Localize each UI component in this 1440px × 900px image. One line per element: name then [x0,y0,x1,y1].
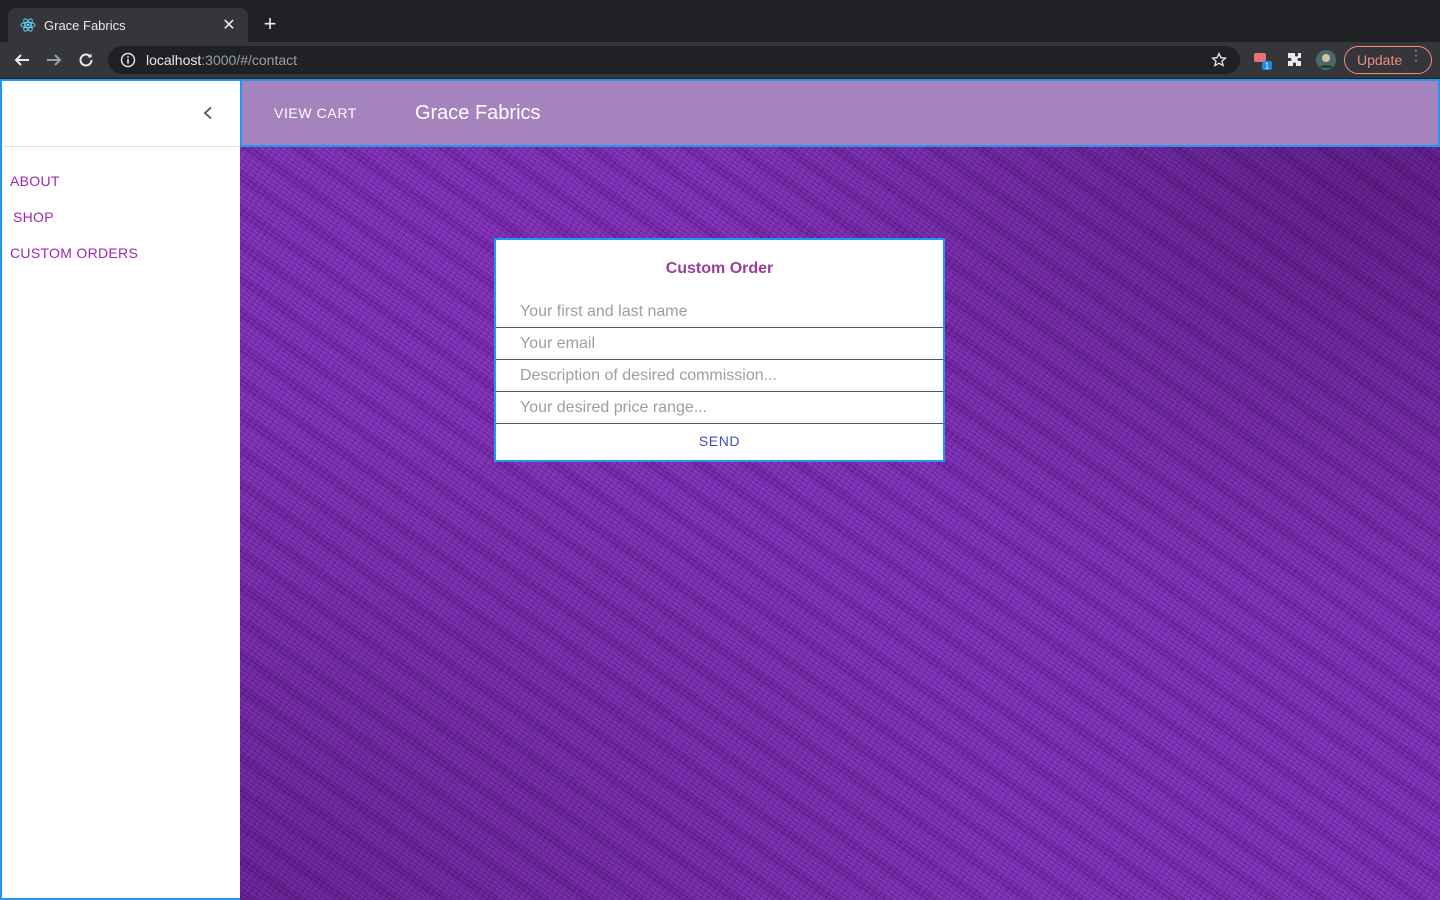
extension-badge: 1 [1265,62,1270,71]
tab-close-icon[interactable]: ✕ [220,16,238,34]
update-label: Update [1357,52,1403,68]
profile-avatar-icon[interactable] [1314,48,1338,72]
chevron-left-icon[interactable] [198,103,218,123]
react-favicon-icon [20,17,36,33]
description-input[interactable] [496,360,943,392]
update-button[interactable]: Update ⋮ [1344,46,1432,74]
nav-link-about[interactable]: ABOUT [2,163,240,199]
side-drawer: ABOUT SHOP CUSTOM ORDERS [0,79,241,900]
nav-link-custom-orders[interactable]: CUSTOM ORDERS [2,235,240,271]
address-bar[interactable]: localhost:3000/#/contact [108,46,1240,74]
page-viewport: ABOUT SHOP CUSTOM ORDERS VIEW CART Grace… [0,79,1440,900]
new-tab-icon[interactable]: + [258,11,282,36]
view-cart-button[interactable]: VIEW CART [274,105,357,121]
browser-tab[interactable]: Grace Fabrics ✕ [8,8,248,42]
browser-tabstrip: Grace Fabrics ✕ + [0,0,1440,42]
custom-order-form: Custom Order SEND [494,238,945,462]
bookmark-star-icon[interactable] [1210,51,1228,69]
price-range-input[interactable] [496,392,943,424]
tab-title: Grace Fabrics [44,17,126,33]
reload-icon[interactable] [72,46,100,74]
email-input[interactable] [496,328,943,360]
drawer-header [2,81,240,147]
extension-icon[interactable]: 1 [1252,48,1276,72]
brand-title: Grace Fabrics [414,101,541,124]
nav-link-shop[interactable]: SHOP [2,199,240,235]
url-path: :3000/#/contact [201,52,298,68]
url-text: localhost:3000/#/contact [146,52,1210,68]
forward-icon[interactable] [40,46,68,74]
drawer-nav: ABOUT SHOP CUSTOM ORDERS [2,147,240,271]
puzzle-extensions-icon[interactable] [1282,48,1306,72]
site-info-icon[interactable] [120,52,136,68]
send-button[interactable]: SEND [496,424,943,458]
back-icon[interactable] [8,46,36,74]
name-input[interactable] [496,296,943,328]
browser-toolbar: localhost:3000/#/contact 1 Update ⋮ [0,42,1440,78]
menu-dots-icon: ⋮ [1409,47,1423,63]
form-title: Custom Order [665,260,774,277]
app-bar: VIEW CART Grace Fabrics [240,79,1440,147]
url-host: localhost [146,52,202,68]
